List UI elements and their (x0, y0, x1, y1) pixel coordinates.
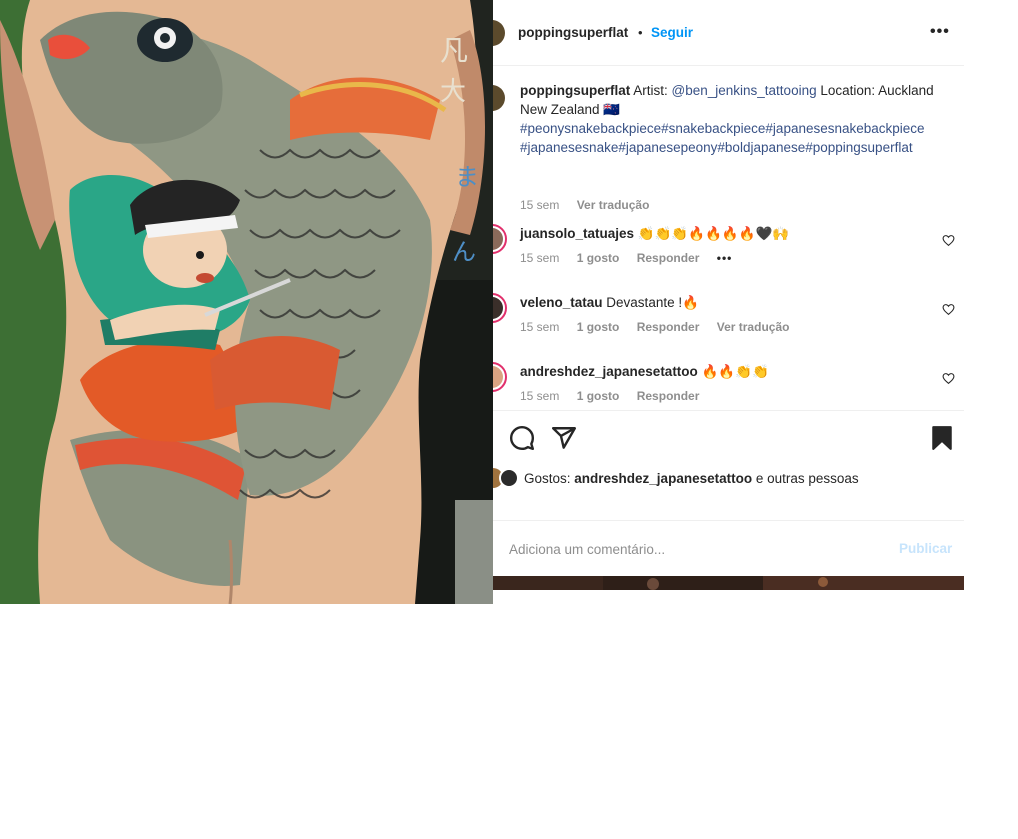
comment-likes[interactable]: 1 gosto (577, 320, 620, 334)
svg-text:ん: ん (452, 238, 476, 266)
comment-text: juansolo_tatuajes 👏👏👏🔥🔥🔥🔥🖤🙌 (520, 224, 940, 243)
comment-icon[interactable] (509, 425, 535, 451)
share-icon[interactable] (551, 425, 577, 451)
svg-text:大: 大 (440, 77, 466, 107)
tattoo-photo: 凡 大 ま ん (0, 0, 493, 604)
caption-meta: 15 sem Ver tradução (520, 198, 663, 212)
caption-avatar[interactable] (493, 83, 507, 113)
follow-button[interactable]: Seguir (651, 25, 693, 40)
bookmark-icon[interactable] (929, 425, 955, 451)
more-icon[interactable]: ••• (930, 23, 950, 41)
liker-avatar[interactable] (499, 468, 519, 488)
reply-button[interactable]: Responder (637, 389, 700, 403)
comment-username[interactable]: andreshdez_japanesetattoo (520, 364, 698, 379)
caption-hashtags-1[interactable]: #peonysnakebackpiece#snakebackpiece#japa… (520, 121, 925, 136)
post-header: poppingsuperflat • Seguir ••• (493, 0, 964, 66)
caption-mention[interactable]: @ben_jenkins_tattooing (672, 83, 817, 98)
commenter-avatar[interactable] (493, 293, 507, 323)
reply-button[interactable]: Responder (637, 320, 700, 334)
header-separator: • (638, 25, 643, 40)
comment-body: 👏👏👏🔥🔥🔥🔥🖤🙌 (637, 226, 790, 241)
author-avatar[interactable] (493, 18, 507, 48)
add-comment-bar: Publicar (493, 520, 964, 576)
caption-prefix: Artist: (633, 83, 672, 98)
comment-meta: 15 sem 1 gosto Responder (520, 389, 713, 403)
caption-text: poppingsuperflat Artist: @ben_jenkins_ta… (520, 81, 940, 157)
svg-text:ま: ま (455, 163, 479, 191)
comment-meta: 15 sem 1 gosto Responder Ver tradução (520, 320, 803, 334)
thumbnail-strip-image (493, 576, 964, 590)
heart-icon[interactable] (942, 303, 955, 316)
comment-username[interactable]: veleno_tatau (520, 295, 603, 310)
commenter-avatar[interactable] (493, 362, 507, 392)
likes-user[interactable]: andreshdez_japanesetattoo (574, 471, 752, 486)
author-username[interactable]: poppingsuperflat (518, 25, 628, 40)
action-bar: Gostos: andreshdez_japanesetattoo e outr… (493, 410, 964, 520)
post-image[interactable]: 凡 大 ま ん (0, 0, 493, 604)
caption-translate[interactable]: Ver tradução (577, 198, 650, 212)
comment-likes[interactable]: 1 gosto (577, 389, 620, 403)
heart-icon[interactable] (942, 234, 955, 247)
comment-time[interactable]: 15 sem (520, 251, 559, 265)
comment-body: Devastante !🔥 (606, 295, 699, 310)
likes-suffix[interactable]: e outras pessoas (752, 471, 859, 486)
likes-prefix: Gostos: (524, 471, 575, 486)
comment-meta: 15 sem 1 gosto Responder ••• (520, 251, 746, 265)
caption-username[interactable]: poppingsuperflat (520, 83, 630, 98)
likes-text: Gostos: andreshdez_japanesetattoo e outr… (524, 471, 859, 486)
caption-time[interactable]: 15 sem (520, 198, 559, 212)
reply-button[interactable]: Responder (637, 251, 700, 265)
comments-list[interactable]: poppingsuperflat Artist: @ben_jenkins_ta… (493, 67, 964, 410)
comment-username[interactable]: juansolo_tatuajes (520, 226, 634, 241)
publish-button[interactable]: Publicar (899, 541, 952, 556)
caption-hashtags-2[interactable]: #japanesesnake#japanesepeony#boldjapanes… (520, 140, 913, 155)
comment-text: veleno_tatau Devastante !🔥 (520, 293, 940, 312)
comment-more-icon[interactable]: ••• (717, 251, 733, 265)
heart-icon[interactable] (942, 372, 955, 385)
comment-time[interactable]: 15 sem (520, 320, 559, 334)
comment-translate[interactable]: Ver tradução (717, 320, 790, 334)
commenter-avatar[interactable] (493, 224, 507, 254)
comment-likes[interactable]: 1 gosto (577, 251, 620, 265)
comment-time[interactable]: 15 sem (520, 389, 559, 403)
comment-input[interactable] (509, 539, 879, 559)
post-panel: poppingsuperflat • Seguir ••• poppingsup… (493, 0, 964, 576)
thumbnail-strip (493, 576, 964, 590)
svg-text:凡: 凡 (440, 34, 468, 67)
comment-body: 🔥🔥👏👏 (701, 364, 769, 379)
comment-text: andreshdez_japanesetattoo 🔥🔥👏👏 (520, 362, 940, 381)
likes-summary: Gostos: andreshdez_japanesetattoo e outr… (493, 468, 964, 492)
